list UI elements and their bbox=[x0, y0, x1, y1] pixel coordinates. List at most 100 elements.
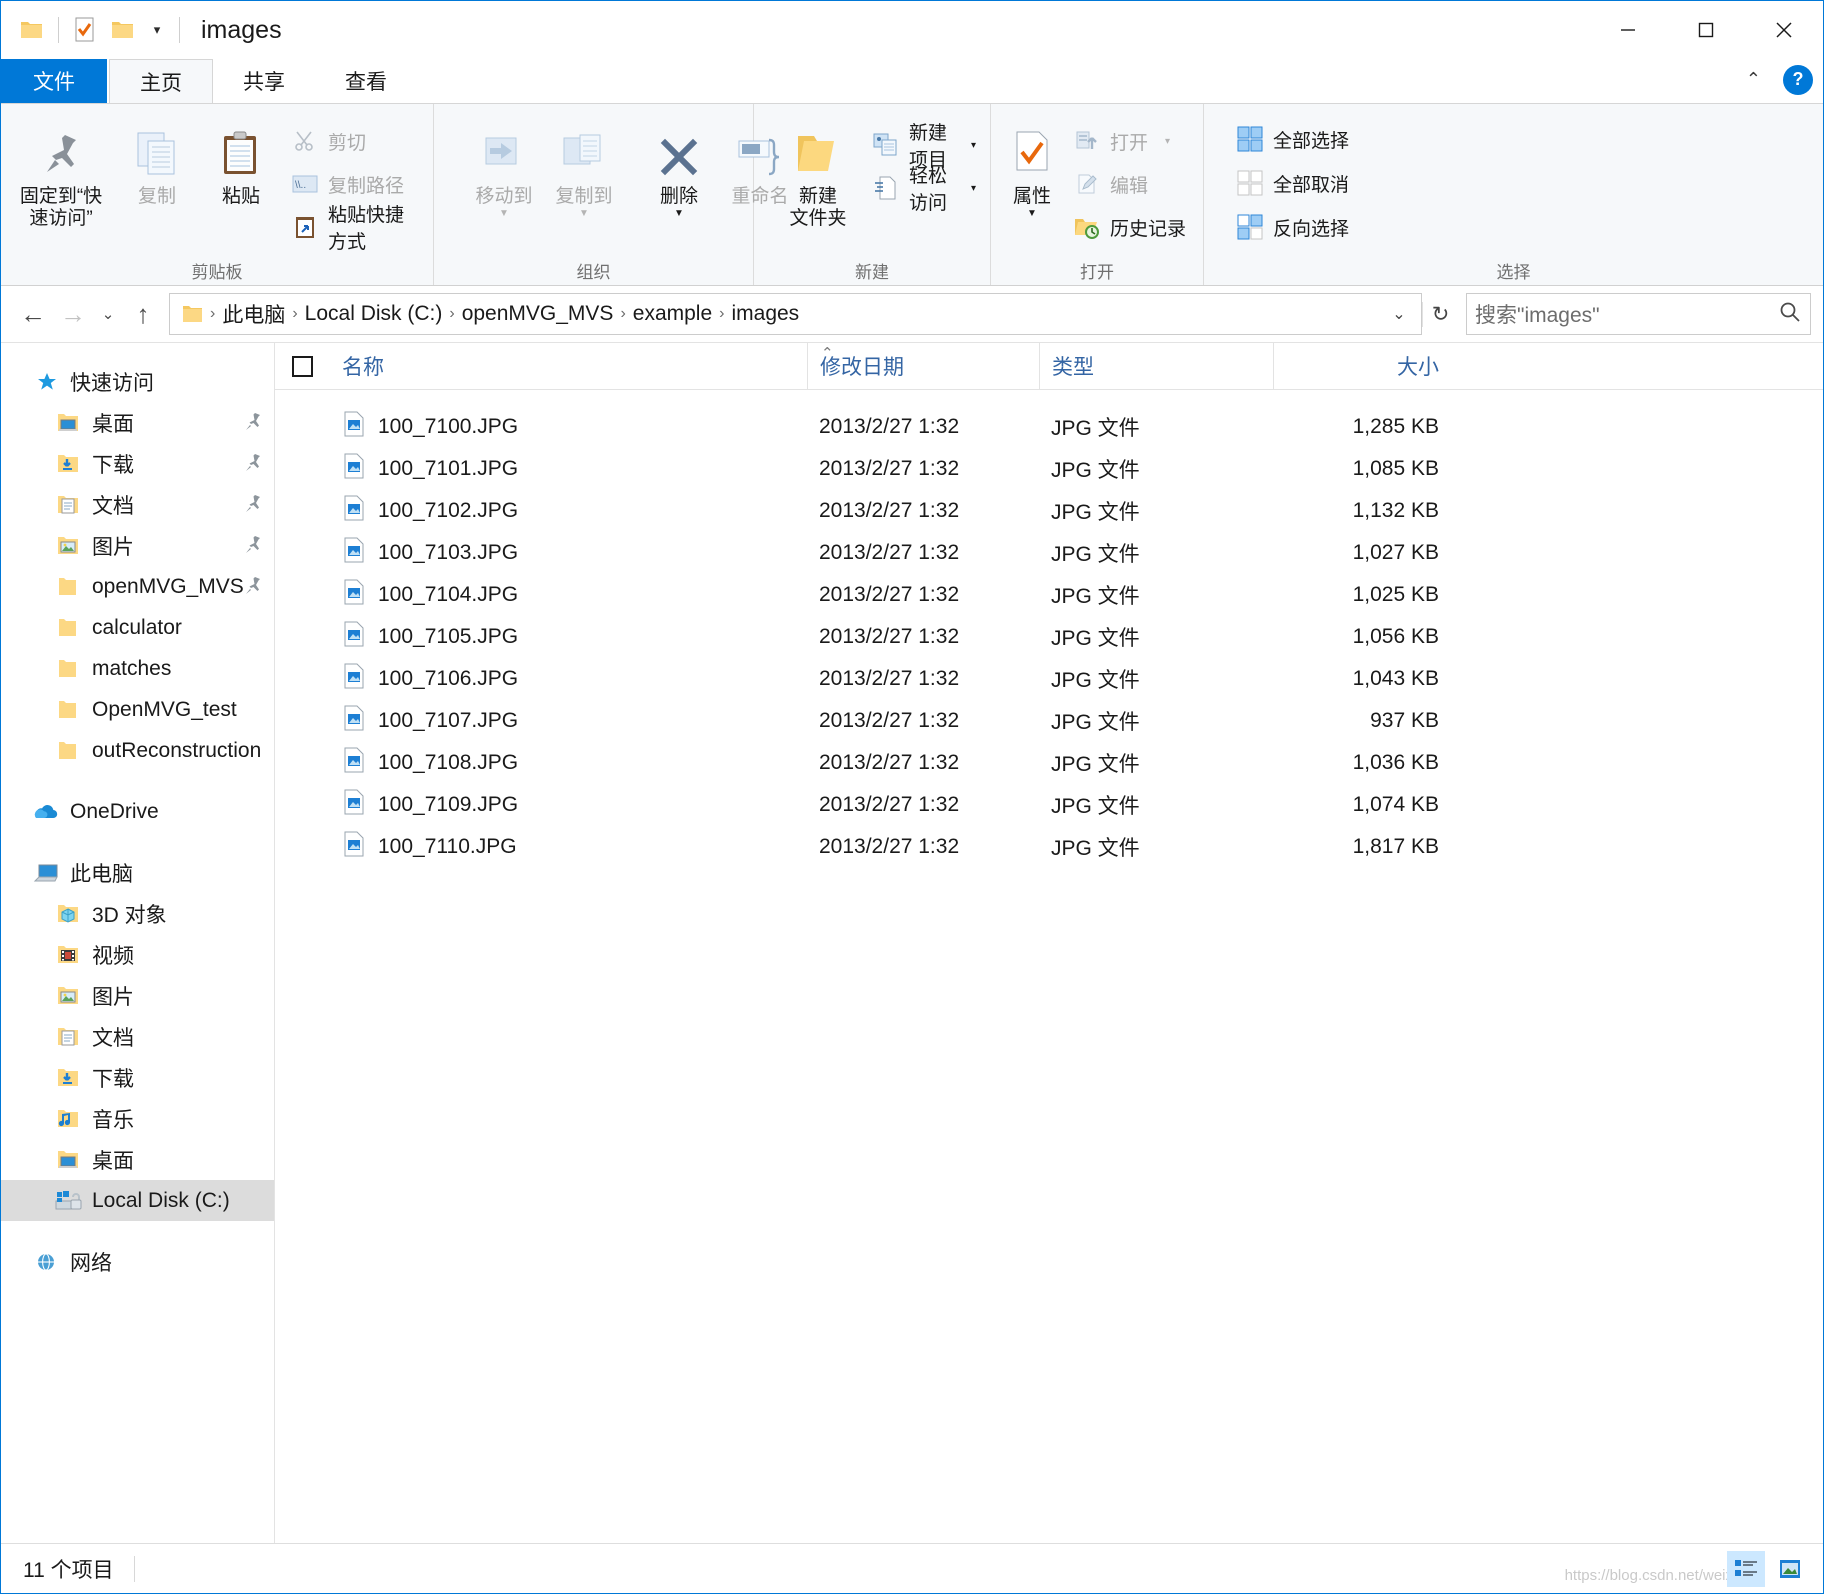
properties-button[interactable]: 属性 ▼ bbox=[999, 112, 1065, 225]
sidebar-item-outreconstruction[interactable]: outReconstruction bbox=[1, 730, 274, 771]
paste-shortcut-button[interactable]: 粘贴快捷方式 bbox=[283, 205, 427, 253]
table-row[interactable]: 100_7104.JPG 2013/2/27 1:32 JPG 文件 1,025… bbox=[275, 574, 1823, 616]
sidebar-item-desktop[interactable]: 桌面 bbox=[1, 402, 274, 443]
sidebar-item-music[interactable]: 音乐 bbox=[1, 1098, 274, 1139]
table-row[interactable]: 100_7108.JPG 2013/2/27 1:32 JPG 文件 1,036… bbox=[275, 742, 1823, 784]
table-row[interactable]: 100_7100.JPG 2013/2/27 1:32 JPG 文件 1,285… bbox=[275, 406, 1823, 448]
edit-button[interactable]: 编辑 bbox=[1065, 165, 1194, 203]
file-name-cell[interactable]: 100_7106.JPG bbox=[330, 663, 807, 695]
help-icon[interactable]: ? bbox=[1783, 64, 1813, 95]
column-header-date-modified[interactable]: 修改日期 bbox=[807, 342, 1039, 390]
table-row[interactable]: 100_7103.JPG 2013/2/27 1:32 JPG 文件 1,027… bbox=[275, 532, 1823, 574]
collapse-ribbon-icon[interactable]: ⌃ bbox=[1738, 61, 1769, 98]
save-icon[interactable] bbox=[66, 11, 104, 49]
pin-icon[interactable] bbox=[242, 493, 264, 521]
sidebar-item-pictures[interactable]: 图片 bbox=[1, 525, 274, 566]
paste-button[interactable]: 粘贴 bbox=[199, 112, 283, 214]
table-row[interactable]: 100_7101.JPG 2013/2/27 1:32 JPG 文件 1,085… bbox=[275, 448, 1823, 490]
history-button[interactable]: 历史记录 bbox=[1065, 208, 1194, 246]
sidebar-item-downloads-pc[interactable]: 下载 bbox=[1, 1057, 274, 1098]
breadcrumb-item-0[interactable]: 此电脑 bbox=[217, 299, 290, 329]
sidebar-item-downloads[interactable]: 下载 bbox=[1, 443, 274, 484]
open-button[interactable]: 打开 ▾ bbox=[1065, 122, 1194, 160]
folder-icon[interactable] bbox=[13, 11, 51, 49]
pin-icon[interactable] bbox=[242, 534, 264, 562]
column-header-size[interactable]: 大小 bbox=[1273, 342, 1463, 390]
search-input[interactable]: 搜索"images" bbox=[1475, 299, 1778, 329]
chevron-down-icon[interactable]: ▾ bbox=[142, 13, 172, 47]
close-icon[interactable] bbox=[1745, 1, 1823, 59]
table-row[interactable]: 100_7110.JPG 2013/2/27 1:32 JPG 文件 1,817… bbox=[275, 826, 1823, 868]
file-name-cell[interactable]: 100_7102.JPG bbox=[330, 495, 807, 527]
refresh-icon[interactable]: ↻ bbox=[1422, 301, 1458, 327]
sidebar-item-matches[interactable]: matches bbox=[1, 648, 274, 689]
sidebar-item-desktop-pc[interactable]: 桌面 bbox=[1, 1139, 274, 1180]
tab-share[interactable]: 共享 bbox=[213, 59, 315, 103]
move-to-button[interactable]: 移动到 ▼ bbox=[464, 112, 544, 225]
back-arrow-icon[interactable]: ← bbox=[13, 294, 53, 334]
search-icon[interactable] bbox=[1778, 300, 1802, 329]
sidebar-item-calculator[interactable]: calculator bbox=[1, 607, 274, 648]
breadcrumb-item-4[interactable]: images bbox=[726, 302, 804, 326]
select-all-checkbox[interactable] bbox=[275, 355, 330, 377]
file-name-cell[interactable]: 100_7105.JPG bbox=[330, 621, 807, 653]
address-input[interactable]: › 此电脑 › Local Disk (C:) › openMVG_MVS › … bbox=[169, 293, 1422, 335]
pin-icon[interactable] bbox=[242, 452, 264, 480]
forward-arrow-icon[interactable]: → bbox=[53, 294, 93, 334]
file-name-cell[interactable]: 100_7110.JPG bbox=[330, 831, 807, 863]
table-row[interactable]: 100_7102.JPG 2013/2/27 1:32 JPG 文件 1,132… bbox=[275, 490, 1823, 532]
sidebar-item-quick-access[interactable]: 快速访问 bbox=[1, 361, 274, 402]
caret-down-icon[interactable]: ▾ bbox=[971, 183, 976, 194]
sidebar-item-videos[interactable]: 视频 bbox=[1, 934, 274, 975]
table-row[interactable]: 100_7106.JPG 2013/2/27 1:32 JPG 文件 1,043… bbox=[275, 658, 1823, 700]
large-icons-view-icon[interactable] bbox=[1771, 1551, 1809, 1587]
minimize-icon[interactable] bbox=[1589, 1, 1667, 59]
new-folder-button[interactable]: 新建 文件夹 bbox=[772, 112, 864, 236]
chevron-down-icon[interactable]: ⌄ bbox=[1383, 304, 1415, 324]
file-name-cell[interactable]: 100_7108.JPG bbox=[330, 747, 807, 779]
caret-down-icon[interactable]: ▼ bbox=[1027, 208, 1037, 219]
new-folder-icon[interactable] bbox=[104, 11, 142, 49]
select-none-button[interactable]: 全部取消 bbox=[1228, 164, 1357, 202]
copy-to-button[interactable]: 复制到 ▼ bbox=[544, 112, 624, 225]
invert-selection-button[interactable]: 反向选择 bbox=[1228, 208, 1357, 246]
sidebar-item-local-disk-c[interactable]: Local Disk (C:) bbox=[1, 1180, 274, 1221]
column-header-name[interactable]: 名称 bbox=[330, 343, 807, 390]
recent-locations-icon[interactable]: ⌄ bbox=[93, 294, 123, 334]
caret-down-icon[interactable]: ▾ bbox=[1165, 136, 1170, 147]
sidebar-item-onedrive[interactable]: OneDrive bbox=[1, 791, 274, 832]
file-name-cell[interactable]: 100_7101.JPG bbox=[330, 453, 807, 485]
tab-view[interactable]: 查看 bbox=[315, 59, 417, 103]
pin-icon[interactable] bbox=[242, 575, 264, 603]
file-name-cell[interactable]: 100_7109.JPG bbox=[330, 789, 807, 821]
cut-button[interactable]: 剪切 bbox=[283, 122, 427, 160]
column-header-type[interactable]: 类型 bbox=[1039, 342, 1273, 390]
table-row[interactable]: 100_7107.JPG 2013/2/27 1:32 JPG 文件 937 K… bbox=[275, 700, 1823, 742]
sidebar-item-pictures-pc[interactable]: 图片 bbox=[1, 975, 274, 1016]
copy-button[interactable]: 复制 bbox=[115, 112, 199, 214]
caret-down-icon[interactable]: ▾ bbox=[971, 140, 976, 151]
sidebar-item-openmvg-mvs[interactable]: openMVG_MVS bbox=[1, 566, 274, 607]
pin-to-quick-access-button[interactable]: 固定到“快 速访问” bbox=[7, 112, 115, 236]
sidebar-item-openmvg-test[interactable]: OpenMVG_test bbox=[1, 689, 274, 730]
breadcrumb-item-3[interactable]: example bbox=[628, 302, 717, 326]
tab-home[interactable]: 主页 bbox=[109, 59, 213, 103]
caret-down-icon[interactable]: ▼ bbox=[499, 208, 509, 219]
table-row[interactable]: 100_7105.JPG 2013/2/27 1:32 JPG 文件 1,056… bbox=[275, 616, 1823, 658]
tab-file[interactable]: 文件 bbox=[1, 59, 107, 103]
maximize-icon[interactable] bbox=[1667, 1, 1745, 59]
select-all-button[interactable]: 全部选择 bbox=[1228, 120, 1357, 158]
new-item-button[interactable]: 新建项目 ▾ bbox=[864, 123, 984, 171]
easy-access-button[interactable]: 轻松访问 ▾ bbox=[864, 166, 984, 214]
file-name-cell[interactable]: 100_7100.JPG bbox=[330, 411, 807, 443]
caret-down-icon[interactable]: ▼ bbox=[674, 208, 684, 219]
file-name-cell[interactable]: 100_7104.JPG bbox=[330, 579, 807, 611]
search-box[interactable]: 搜索"images" bbox=[1466, 293, 1811, 335]
file-name-cell[interactable]: 100_7107.JPG bbox=[330, 705, 807, 737]
sidebar-item-3d-objects[interactable]: 3D 对象 bbox=[1, 893, 274, 934]
checkbox[interactable] bbox=[292, 355, 313, 377]
details-view-icon[interactable] bbox=[1727, 1550, 1765, 1587]
sidebar-item-network[interactable]: 网络 bbox=[1, 1241, 274, 1282]
sidebar-item-documents[interactable]: 文档 bbox=[1, 484, 274, 525]
breadcrumb-item-1[interactable]: Local Disk (C:) bbox=[300, 302, 448, 326]
